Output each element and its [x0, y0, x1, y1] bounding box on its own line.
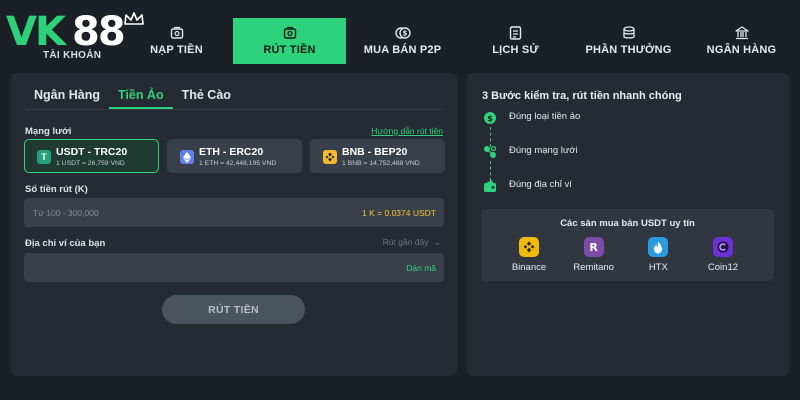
tab-crypto[interactable]: Tiền Ảo	[108, 87, 173, 109]
main-nav: NẠP TIỀN RÚT TIỀN $ MUA BÁN P2P LỊCH SỬ …	[120, 18, 800, 64]
binance-icon	[519, 237, 539, 257]
exchanges-title: Các sàn mua bán USDT uy tín	[560, 218, 695, 229]
wallet-address-label: Địa chỉ ví của bạn	[25, 238, 106, 249]
nav-p2p-label: MUA BÁN P2P	[363, 44, 442, 56]
coin-name: USDT - TRC20	[56, 146, 128, 158]
exchange-remitano[interactable]: R Remitano	[566, 237, 622, 273]
coin12-icon	[712, 237, 733, 257]
deposit-icon	[170, 26, 184, 40]
step-text: Đúng mạng lưới	[509, 145, 578, 156]
exchange-name: Coin12	[707, 262, 739, 273]
exchange-name: Binance	[511, 262, 547, 273]
p2p-coin-icon: $	[394, 26, 411, 40]
wallet-icon	[484, 180, 496, 192]
paste-button[interactable]: Dán mã	[406, 263, 436, 273]
svg-text:$: $	[487, 114, 493, 123]
step-text: Đúng loại tiền ảo	[509, 111, 581, 122]
coin-name: BNB - BEP20	[342, 146, 408, 158]
exchange-htx[interactable]: HTX	[630, 237, 686, 273]
tab-card[interactable]: Thẻ Cào	[173, 87, 240, 109]
step-text: Đúng địa chỉ ví	[509, 179, 572, 190]
wallet-address-field: Dán mã	[24, 253, 444, 282]
chevron-down-icon: ⌄	[433, 237, 441, 247]
coin-rate: 1 BNB = 14,752,488 VND	[342, 160, 420, 167]
bank-icon	[734, 26, 749, 40]
amount-label: Số tiền rút (K)	[25, 184, 88, 195]
guide-title: 3 Bước kiểm tra, rút tiền nhanh chóng	[482, 90, 682, 102]
nav-deposit-label: NẠP TIỀN	[150, 44, 203, 56]
top-bar: TÀI KHOẢN VK 88 NẠP TIỀN RÚT TIỀN $ MUA …	[0, 0, 800, 64]
nav-bank-label: NGÂN HÀNG	[706, 44, 777, 56]
withdraw-method-tabs: Ngân Hàng Tiền Ảo Thẻ Cào	[25, 87, 240, 111]
conversion-rate: 1 K = 0.0374 USDT	[362, 208, 436, 218]
guide-step-2: Đúng mạng lưới	[483, 142, 683, 162]
coin-option-bnb[interactable]: BNB - BEP20 1 BNB = 14,752,488 VND	[310, 139, 445, 173]
exchange-name: HTX	[648, 262, 668, 273]
remitano-icon: R	[583, 237, 604, 257]
tabs-divider	[25, 109, 443, 110]
svg-text:$: $	[402, 30, 407, 38]
amount-field: 1 K = 0.0374 USDT	[24, 198, 444, 227]
ethereum-icon	[180, 150, 194, 164]
exchange-coin12[interactable]: Coin12	[695, 237, 751, 273]
nav-bank[interactable]: NGÂN HÀNG	[685, 18, 798, 64]
coin-check-icon: $	[484, 112, 496, 124]
guide-step-3: Đúng địa chỉ ví	[483, 176, 683, 196]
coin-rate: 1 ETH = 42,448,195 VND	[199, 160, 277, 167]
nav-withdraw[interactable]: RÚT TIỀN	[233, 18, 346, 64]
network-icon	[484, 145, 497, 158]
nav-history[interactable]: LỊCH SỬ	[459, 18, 572, 64]
coin-name: ETH - ERC20	[199, 146, 264, 158]
network-label: Mạng lưới	[25, 126, 72, 137]
recent-withdrawals-dropdown[interactable]: Rút gần đây ⌄	[383, 237, 441, 248]
nav-history-label: LỊCH SỬ	[492, 44, 539, 56]
wallet-address-input[interactable]	[24, 253, 444, 282]
trusted-exchanges-box: Các sàn mua bán USDT uy tín Binance R Re…	[481, 209, 774, 281]
coin-rate: 1 USDT = 26,759 VND	[56, 160, 125, 167]
htx-icon	[648, 237, 669, 257]
tab-bank[interactable]: Ngân Hàng	[25, 87, 109, 109]
exchange-list: Binance R Remitano HTX Coin12	[501, 237, 751, 273]
nav-withdraw-label: RÚT TIỀN	[263, 44, 316, 56]
reward-coins-icon	[622, 26, 636, 40]
tether-icon: T	[37, 150, 51, 164]
withdraw-form-panel: Ngân Hàng Tiền Ảo Thẻ Cào Mạng lưới Hướn…	[11, 73, 457, 376]
exchange-name: Remitano	[573, 262, 614, 273]
logo-text-vk: VK	[6, 9, 66, 55]
history-document-icon	[509, 26, 522, 40]
withdraw-icon	[283, 26, 297, 40]
recent-label: Rút gần đây	[382, 237, 429, 247]
nav-rewards-label: PHẦN THƯỞNG	[585, 44, 672, 56]
logo-text-88: 88	[72, 9, 126, 55]
withdraw-guide-link[interactable]: Hướng dẫn rút tiền	[371, 126, 443, 136]
nav-deposit[interactable]: NẠP TIỀN	[120, 18, 233, 64]
bnb-icon	[323, 150, 337, 164]
withdraw-guide-panel: 3 Bước kiểm tra, rút tiền nhanh chóng $ …	[467, 73, 789, 376]
exchange-binance[interactable]: Binance	[501, 237, 557, 273]
coin-option-eth[interactable]: ETH - ERC20 1 ETH = 42,448,195 VND	[167, 139, 302, 173]
withdraw-submit-button[interactable]: RÚT TIỀN	[162, 295, 305, 324]
nav-p2p[interactable]: $ MUA BÁN P2P	[346, 18, 459, 64]
nav-rewards[interactable]: PHẦN THƯỞNG	[572, 18, 685, 64]
guide-step-1: $ Đúng loại tiền ảo	[483, 108, 683, 128]
network-options: T USDT - TRC20 1 USDT = 26,759 VND ETH -…	[24, 139, 445, 173]
coin-option-usdt[interactable]: T USDT - TRC20 1 USDT = 26,759 VND	[24, 139, 159, 173]
